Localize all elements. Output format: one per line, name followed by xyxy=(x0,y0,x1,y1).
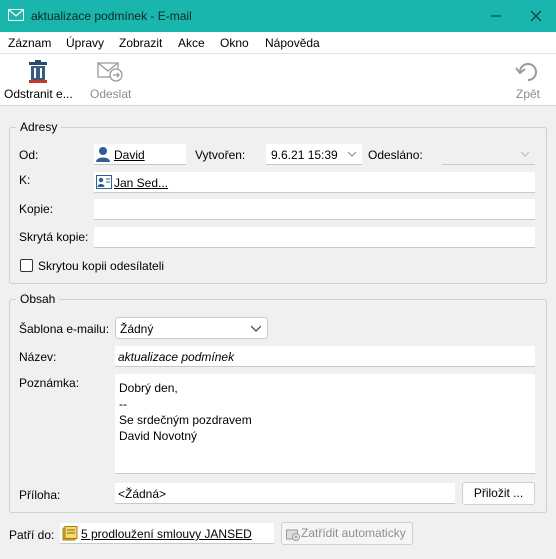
subject-label: Název: xyxy=(19,350,57,364)
menu-zaznam[interactable]: Záznam xyxy=(8,36,51,50)
subject-field[interactable]: aktualizace podmínek xyxy=(115,346,535,367)
bcc-sender-label: Skrytou kopii odesílateli xyxy=(38,259,165,273)
subject-value: aktualizace podmínek xyxy=(118,350,235,364)
title-bar: aktualizace podmínek - E-mail xyxy=(0,0,556,32)
bcc-sender-checkbox[interactable] xyxy=(20,259,33,272)
auto-file-label: Zatřídit automaticky xyxy=(301,526,406,540)
menu-bar: Záznam Úpravy Zobrazit Akce Okno Nápověd… xyxy=(0,32,556,54)
delete-email-button[interactable]: Odstranit e... xyxy=(0,54,74,106)
toolbar: Odstranit e... Odeslat Zpět xyxy=(0,54,556,106)
note-line: Dobrý den, xyxy=(119,381,178,395)
chevron-down-icon xyxy=(521,151,529,157)
note-label: Poznámka: xyxy=(19,376,80,390)
attach-button[interactable]: Přiložit ... xyxy=(462,482,535,505)
delete-email-label: Odstranit e... xyxy=(4,87,73,101)
menu-upravy[interactable]: Úpravy xyxy=(66,36,104,50)
note-line: -- xyxy=(119,397,127,411)
template-label: Šablona e-mailu: xyxy=(19,322,110,336)
sent-field[interactable] xyxy=(442,144,535,165)
menu-akce[interactable]: Akce xyxy=(178,36,205,50)
mail-icon xyxy=(8,9,24,21)
cc-label: Kopie: xyxy=(19,202,54,216)
template-value: Žádný xyxy=(120,322,154,336)
to-value[interactable]: Jan Sed... xyxy=(114,176,168,190)
contract-icon xyxy=(62,526,78,544)
template-select[interactable]: Žádný xyxy=(115,317,268,339)
close-button[interactable] xyxy=(516,0,556,32)
cc-field[interactable] xyxy=(94,199,535,220)
sent-label: Odesláno: xyxy=(368,148,423,162)
from-value[interactable]: David xyxy=(114,148,145,162)
to-field[interactable]: Jan Sed... xyxy=(94,172,535,193)
created-value: 9.6.21 15:39 xyxy=(271,148,338,162)
bcc-label: Skrytá kopie: xyxy=(19,230,89,244)
send-label: Odeslat xyxy=(90,87,132,101)
belongs-value[interactable]: 5 prodloužení smlouvy JANSED xyxy=(81,527,252,541)
chevron-down-icon xyxy=(348,151,356,157)
from-field[interactable]: David xyxy=(94,144,186,165)
back-label: Zpět xyxy=(516,87,541,101)
trash-icon xyxy=(25,60,51,84)
window-title: aktualizace podmínek - E-mail xyxy=(31,9,192,23)
attachment-field[interactable]: <Žádná> xyxy=(115,483,455,504)
content-legend: Obsah xyxy=(16,292,60,306)
note-line: Se srdečným pozdravem xyxy=(119,413,252,427)
attachment-value: <Žádná> xyxy=(118,487,167,501)
bcc-field[interactable] xyxy=(94,227,535,248)
auto-file-button[interactable]: Zatřídit automaticky xyxy=(281,522,413,545)
chevron-down-icon xyxy=(251,325,261,332)
send-button[interactable]: Odeslat xyxy=(80,54,140,106)
belongs-label: Patří do: xyxy=(9,528,55,542)
person-icon xyxy=(96,146,110,165)
attachment-label: Příloha: xyxy=(19,488,61,502)
menu-napoveda[interactable]: Nápověda xyxy=(265,36,320,50)
back-button[interactable]: Zpět xyxy=(506,54,550,106)
menu-okno[interactable]: Okno xyxy=(220,36,249,50)
from-label: Od: xyxy=(19,148,39,162)
menu-zobrazit[interactable]: Zobrazit xyxy=(119,36,162,50)
belongs-field[interactable]: 5 prodloužení smlouvy JANSED xyxy=(60,523,274,544)
addresses-legend: Adresy xyxy=(16,120,62,134)
created-field[interactable]: 9.6.21 15:39 xyxy=(266,144,362,165)
to-label: K: xyxy=(19,173,31,187)
send-mail-icon xyxy=(97,60,123,84)
contact-card-icon xyxy=(96,175,112,192)
note-line: David Novotný xyxy=(119,429,198,443)
undo-icon xyxy=(515,60,541,84)
minimize-button[interactable] xyxy=(476,0,516,32)
note-textarea[interactable]: Dobrý den, -- Se srdečným pozdravem Davi… xyxy=(115,374,535,474)
folder-icon xyxy=(286,527,300,548)
created-label: Vytvořen: xyxy=(195,148,246,162)
